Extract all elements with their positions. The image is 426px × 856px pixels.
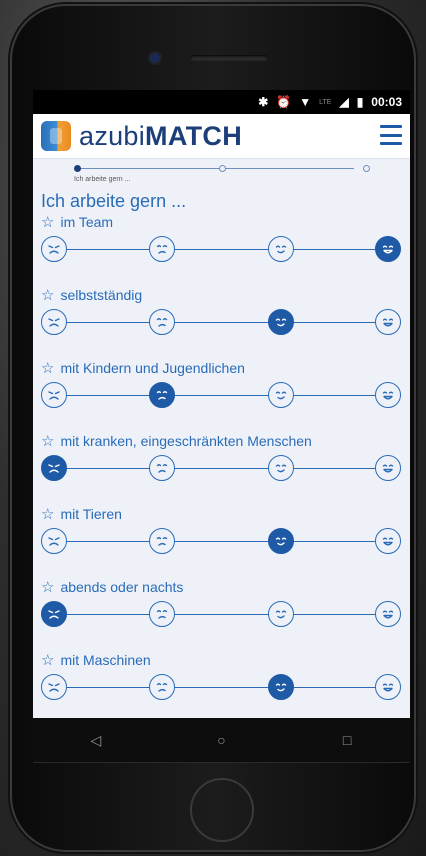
rating-scale [41,236,401,264]
preference-label: mit Maschinen [60,652,151,668]
happy-face-icon[interactable] [268,601,294,627]
happy-face-icon[interactable] [268,528,294,554]
bluetooth-icon: ✱ [258,95,269,109]
preference-item: ☆ selbstständig [33,285,410,358]
preference-item: ☆ mit Kindern und Jugendlichen [33,358,410,431]
wifi-icon: ▼ [299,95,312,109]
happy-face-icon[interactable] [268,674,294,700]
unhappy-face-icon[interactable] [149,309,175,335]
unhappy-face-icon[interactable] [149,455,175,481]
star-icon[interactable]: ☆ [41,215,54,230]
rating-track [55,468,387,469]
very-happy-face-icon[interactable] [375,455,401,481]
rating-track [55,322,387,323]
brand-suffix: MATCH [145,120,243,151]
very-unhappy-face-icon[interactable] [41,601,67,627]
screen: ✱ ⏰ ▼ LTE ◢ ▮ 00:03 azubiMATCH Ich arbei… [33,90,410,718]
preference-list: ☆ im Team ☆ selbstständig ☆ mit Kindern und J… [33,212,410,718]
hardware-home-button[interactable] [190,778,254,842]
star-icon[interactable]: ☆ [41,434,54,449]
unhappy-face-icon[interactable] [149,601,175,627]
star-icon[interactable]: ☆ [41,288,54,303]
star-icon[interactable]: ☆ [41,507,54,522]
happy-face-icon[interactable] [268,236,294,262]
brand-prefix: azubi [79,120,146,151]
unhappy-face-icon[interactable] [149,236,175,262]
rating-scale [41,455,401,483]
very-happy-face-icon[interactable] [375,528,401,554]
rating-scale [41,674,401,702]
unhappy-face-icon[interactable] [149,528,175,554]
preference-item: ☆ mit Maschinen [33,650,410,718]
status-bar: ✱ ⏰ ▼ LTE ◢ ▮ 00:03 [33,90,410,114]
very-unhappy-face-icon[interactable] [41,382,67,408]
preference-label: mit Kindern und Jugendlichen [60,360,245,376]
very-unhappy-face-icon[interactable] [41,528,67,554]
progress-step-label: Ich arbeite gern ... [74,176,131,183]
very-unhappy-face-icon[interactable] [41,455,67,481]
star-icon[interactable]: ☆ [41,653,54,668]
happy-face-icon[interactable] [268,309,294,335]
recent-apps-icon[interactable]: □ [327,732,367,748]
preference-label: mit kranken, eingeschränkten Menschen [60,433,312,449]
preference-item: ☆ mit Tieren [33,504,410,577]
preference-item: ☆ mit kranken, eingeschränkten Menschen [33,431,410,504]
very-happy-face-icon[interactable] [375,601,401,627]
rating-track [55,687,387,688]
preference-label: abends oder nachts [60,579,184,595]
earpiece-speaker [190,55,268,61]
preference-label: im Team [60,214,114,230]
rating-scale [41,309,401,337]
signal-icon: ◢ [339,95,349,109]
progress-step-1[interactable] [74,165,81,172]
alarm-icon: ⏰ [276,95,292,109]
very-unhappy-face-icon[interactable] [41,674,67,700]
progress-step-2[interactable] [219,165,226,172]
preference-label-row: ☆ selbstständig [41,287,142,303]
rating-scale [41,601,401,629]
app-brand: azubiMATCH [79,121,242,152]
very-unhappy-face-icon[interactable] [41,309,67,335]
preference-item: ☆ abends oder nachts [33,577,410,650]
progress-step-3[interactable] [363,165,370,172]
very-happy-face-icon[interactable] [375,309,401,335]
star-icon[interactable]: ☆ [41,580,54,595]
menu-icon[interactable] [380,125,402,145]
app-logo-icon [41,121,71,151]
status-time: 00:03 [371,95,402,109]
page-title: Ich arbeite gern ... [41,191,187,211]
app-header: azubiMATCH [33,114,410,159]
star-icon[interactable]: ☆ [41,361,54,376]
preference-label-row: ☆ im Team [41,214,113,230]
preference-label: mit Tieren [60,506,122,522]
back-icon[interactable]: ◁ [76,732,116,749]
preference-label-row: ☆ mit Tieren [41,506,122,522]
very-happy-face-icon[interactable] [375,236,401,262]
rating-track [55,395,387,396]
very-happy-face-icon[interactable] [375,382,401,408]
happy-face-icon[interactable] [268,382,294,408]
preference-label-row: ☆ mit kranken, eingeschränkten Menschen [41,433,312,449]
rating-scale [41,382,401,410]
android-nav-bar: ◁ ○ □ [33,718,410,763]
unhappy-face-icon[interactable] [149,382,175,408]
step-progress: Ich arbeite gern ... [49,159,394,187]
very-unhappy-face-icon[interactable] [41,236,67,262]
preference-label-row: ☆ mit Kindern und Jugendlichen [41,360,245,376]
unhappy-face-icon[interactable] [149,674,175,700]
happy-face-icon[interactable] [268,455,294,481]
front-camera [150,53,160,63]
preference-item: ☆ im Team [33,212,410,285]
network-type: LTE [319,98,332,106]
very-happy-face-icon[interactable] [375,674,401,700]
rating-track [55,614,387,615]
rating-scale [41,528,401,556]
home-icon[interactable]: ○ [201,732,241,748]
rating-track [55,249,387,250]
preference-label-row: ☆ abends oder nachts [41,579,183,595]
battery-icon: ▮ [356,95,364,109]
rating-track [55,541,387,542]
preference-label-row: ☆ mit Maschinen [41,652,151,668]
preference-label: selbstständig [60,287,143,303]
